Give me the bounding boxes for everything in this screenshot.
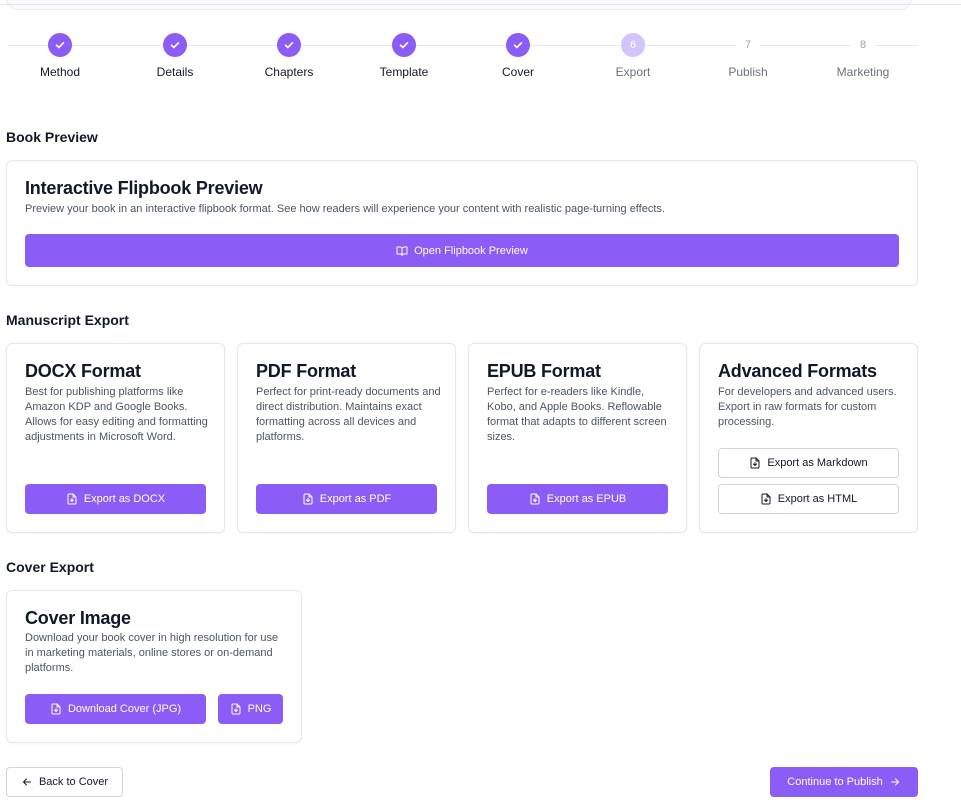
- card-description: Perfect for e-readers like Kindle, Kobo,…: [487, 386, 667, 443]
- button-label: Back to Cover: [38, 776, 109, 788]
- card-title: PDF Format: [256, 361, 357, 381]
- card-description: Download your book cover in high resolut…: [25, 632, 279, 674]
- file-download-icon: [67, 493, 77, 505]
- section-title-manuscript-export: Manuscript Export: [6, 312, 129, 328]
- arrow-left-icon: [22, 778, 31, 786]
- progress-stepper: Method Details Chapters Template Cover 6…: [0, 30, 918, 90]
- card-title: Cover Image: [25, 608, 131, 628]
- export-epub-button[interactable]: Export as EPUB: [487, 484, 668, 514]
- card-title: EPUB Format: [487, 361, 601, 381]
- docx-format-card: DOCX Format Best for publishing platform…: [6, 343, 225, 533]
- export-docx-button[interactable]: Export as DOCX: [25, 484, 206, 514]
- card-description: Preview your book in an interactive flip…: [25, 203, 665, 215]
- export-markdown-button[interactable]: Export as Markdown: [718, 448, 899, 478]
- button-label: Export as DOCX: [83, 493, 166, 505]
- card-title: Interactive Flipbook Preview: [25, 178, 263, 198]
- step-label: Export: [615, 65, 651, 79]
- file-download-icon: [231, 703, 241, 715]
- card-description: For developers and advanced users. Expor…: [718, 386, 897, 428]
- check-icon: [163, 33, 187, 57]
- check-icon: [48, 33, 72, 57]
- advanced-formats-card: Advanced Formats For developers and adva…: [699, 343, 918, 533]
- file-download-icon: [303, 493, 313, 505]
- card-title: Advanced Formats: [718, 361, 877, 381]
- step-cover[interactable]: Cover: [458, 30, 578, 79]
- section-title-book-preview: Book Preview: [6, 129, 98, 145]
- step-label: Method: [39, 65, 81, 79]
- button-label: Export as Markdown: [767, 457, 868, 469]
- file-download-icon: [750, 457, 760, 469]
- step-label: Publish: [728, 65, 768, 79]
- step-template[interactable]: Template: [344, 30, 464, 79]
- open-flipbook-preview-button[interactable]: Open Flipbook Preview: [25, 234, 899, 267]
- button-label: Export as HTML: [777, 493, 858, 505]
- step-number: 7: [736, 33, 760, 57]
- step-label: Chapters: [264, 65, 314, 79]
- continue-to-publish-button[interactable]: Continue to Publish: [770, 767, 918, 797]
- check-icon: [277, 33, 301, 57]
- card-description: Best for publishing platforms like Amazo…: [25, 386, 208, 443]
- arrow-right-icon: [890, 778, 899, 786]
- step-label: Marketing: [836, 65, 890, 79]
- file-download-icon: [51, 703, 61, 715]
- step-publish[interactable]: 7 Publish: [688, 30, 808, 79]
- step-export[interactable]: 6 Export: [573, 30, 693, 79]
- step-number: 8: [851, 33, 875, 57]
- button-label: Open Flipbook Preview: [414, 244, 528, 257]
- step-label: Details: [156, 65, 194, 79]
- step-method[interactable]: Method: [0, 30, 120, 79]
- step-chapters[interactable]: Chapters: [229, 30, 349, 79]
- top-card-edge: [6, 0, 912, 10]
- check-icon: [506, 33, 530, 57]
- download-cover-jpg-button[interactable]: Download Cover (JPG): [25, 694, 206, 724]
- section-title-cover-export: Cover Export: [6, 559, 94, 575]
- download-cover-png-button[interactable]: PNG: [218, 694, 283, 724]
- top-divider: [0, 4, 961, 5]
- button-label: Export as PDF: [319, 493, 392, 505]
- file-download-icon: [530, 493, 540, 505]
- step-details[interactable]: Details: [115, 30, 235, 79]
- flipbook-preview-card: Interactive Flipbook Preview Preview you…: [6, 160, 918, 286]
- export-html-button[interactable]: Export as HTML: [718, 484, 899, 514]
- check-icon: [392, 33, 416, 57]
- open-book-icon: [396, 246, 408, 256]
- step-marketing[interactable]: 8 Marketing: [803, 30, 923, 79]
- button-label: Export as EPUB: [546, 493, 627, 505]
- step-label: Cover: [501, 65, 534, 79]
- export-pdf-button[interactable]: Export as PDF: [256, 484, 437, 514]
- button-label: Continue to Publish: [787, 776, 883, 788]
- pdf-format-card: PDF Format Perfect for print-ready docum…: [237, 343, 456, 533]
- step-label: Template: [379, 65, 429, 79]
- button-label: Download Cover (JPG): [67, 703, 182, 715]
- cover-image-card: Cover Image Download your book cover in …: [6, 590, 302, 743]
- button-label: PNG: [247, 703, 272, 715]
- card-description: Perfect for print-ready documents and di…: [256, 386, 441, 443]
- step-number: 6: [621, 33, 645, 57]
- card-title: DOCX Format: [25, 361, 141, 381]
- back-to-cover-button[interactable]: Back to Cover: [6, 767, 123, 797]
- epub-format-card: EPUB Format Perfect for e-readers like K…: [468, 343, 687, 533]
- file-download-icon: [761, 493, 771, 505]
